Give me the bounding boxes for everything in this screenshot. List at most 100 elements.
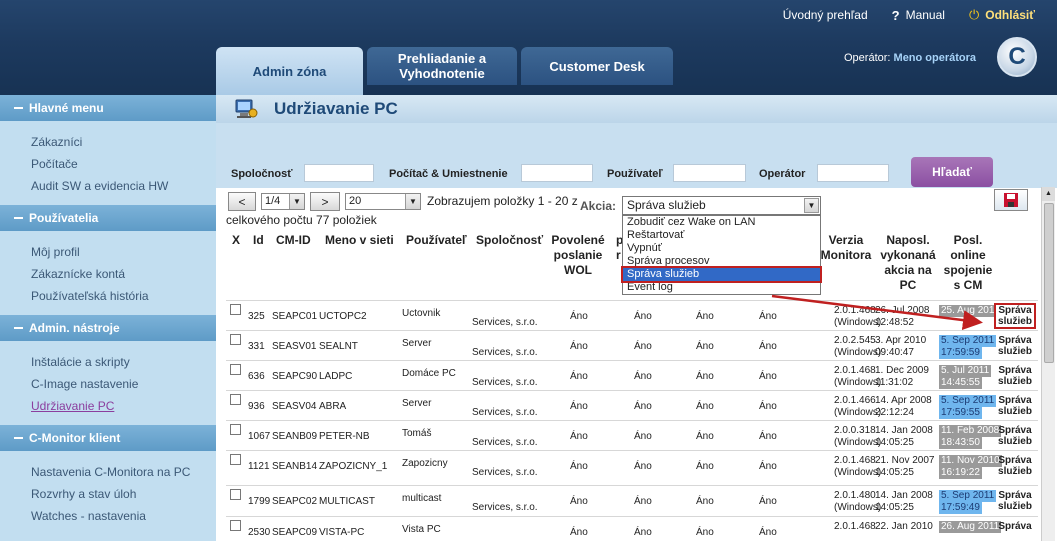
row-cmid: SEAPC90 [272, 371, 318, 382]
row-flag-4: Áno [759, 461, 777, 472]
sidebar-section-admin-tools[interactable]: Admin. nástroje [0, 315, 216, 341]
overview-link[interactable]: Úvodný prehľad [783, 8, 868, 22]
col-user[interactable]: Používateľ [406, 233, 467, 248]
list-area: < 1/4 ▼ > 20 ▼ Zobrazujem položky 1 - 20… [216, 95, 1057, 541]
tab-customer-desk[interactable]: Customer Desk [521, 47, 673, 85]
sidebar-item-installs[interactable]: Inštalácie a skripty [31, 351, 216, 373]
action-select[interactable]: Správa služieb ▼ [622, 196, 821, 215]
col-cmid[interactable]: CM-ID [276, 233, 311, 248]
table-row[interactable]: 1799 SEAPC02 MULTICAST multicast Services, s… [226, 485, 1038, 516]
table-row[interactable]: 1121 SEANB14 ZAPOZICNY_1 Zapozicny Services,… [226, 450, 1038, 485]
table-row[interactable]: 936 SEASV04 ABRA Server Services, s.r.o. Áno Á… [226, 390, 1038, 420]
page-size-value: 20 [349, 195, 362, 207]
row-checkbox[interactable] [230, 424, 241, 435]
row-service-action[interactable]: Správa služieb [996, 335, 1034, 357]
next-page-button[interactable]: > [310, 192, 340, 211]
sidebar-item-c-monitor-settings[interactable]: Nastavenia C-Monitora na PC [31, 461, 216, 483]
dash-icon [14, 107, 23, 109]
row-id: 325 [248, 311, 265, 322]
action-option-restart[interactable]: Reštartovať [623, 229, 820, 242]
row-version: 2.0.1.468 [834, 305, 876, 316]
col-last-online[interactable]: Posl. online spojenie s CM [942, 233, 994, 293]
sidebar-section-main[interactable]: Hlavné menu [0, 95, 216, 121]
row-last-action: 14. Jan 2008 [875, 425, 933, 436]
table-row[interactable]: 325 SEAPC01 UCTOPC2 Uctovnik Services, s.r.o… [226, 300, 1038, 330]
col-wol[interactable]: Povolené poslanie WOL [549, 233, 607, 278]
row-computer-name[interactable]: VISTA-PC [319, 527, 364, 539]
row-service-action[interactable]: Správa služieb [996, 490, 1034, 512]
action-option-services[interactable]: Správa služieb [621, 266, 822, 283]
scroll-up-icon[interactable]: ▲ [1042, 187, 1055, 201]
sidebar-item-schedules[interactable]: Rozvrhy a stav úloh [31, 483, 216, 505]
sidebar-item-customer-accounts[interactable]: Zákaznícke kontá [31, 263, 216, 285]
row-computer-name[interactable]: UCTOPC2 [319, 311, 367, 323]
col-id[interactable]: Id [253, 233, 264, 248]
table-row[interactable]: 1067 SEANB09 PETER-NB Tomáš Services, s.r.o.… [226, 420, 1038, 450]
row-wol: Áno [570, 401, 588, 412]
action-option-wol[interactable]: Zobudiť cez Wake on LAN [623, 216, 820, 229]
row-service-action[interactable]: Správa služieb [996, 455, 1034, 477]
sidebar-item-c-image[interactable]: C-Image nastavenie [31, 373, 216, 395]
col-last-action[interactable]: Naposl. vykonaná akcia na PC [876, 233, 940, 293]
row-checkbox[interactable] [230, 304, 241, 315]
logout-link[interactable]: ⏻ Odhlásiť [969, 7, 1035, 23]
row-checkbox[interactable] [230, 334, 241, 345]
row-service-action[interactable]: Správa služieb [996, 425, 1034, 447]
row-id: 1121 [248, 461, 270, 472]
action-option-shutdown[interactable]: Vypnúť [623, 242, 820, 255]
row-service-action[interactable]: Správa služieb [996, 395, 1034, 417]
sidebar-item-customers[interactable]: Zákazníci [31, 131, 216, 153]
sidebar-item-pc-maintenance[interactable]: Udržiavanie PC [31, 395, 216, 417]
table-row[interactable]: 331 SEASV01 SEALNT Server Services, s.r.o. Án… [226, 330, 1038, 360]
row-version: 2.0.1.468 [834, 521, 876, 532]
sidebar-section-c-monitor[interactable]: C-Monitor klient [0, 425, 216, 451]
col-name[interactable]: Meno v sieti [325, 233, 394, 248]
dash-icon [14, 437, 23, 439]
sidebar-item-my-profile[interactable]: Môj profil [31, 241, 216, 263]
floppy-disk-icon [1004, 193, 1018, 207]
export-button[interactable] [994, 189, 1028, 211]
row-computer-name[interactable]: LADPC [319, 371, 352, 383]
row-service-action[interactable]: Správa služieb [996, 365, 1034, 387]
table-row[interactable]: 2530 SEAPC09 VISTA-PC Vista PC Áno Áno Áno Áno 2… [226, 516, 1038, 541]
row-computer-name[interactable]: SEALNT [319, 341, 358, 353]
col-company[interactable]: Spoločnosť [476, 233, 543, 248]
sidebar-section-users[interactable]: Používatelia [0, 205, 216, 231]
operator-name[interactable]: Meno operátora [894, 52, 977, 64]
tab-browse-evaluate[interactable]: Prehliadanie a Vyhodnotenie [367, 47, 517, 85]
row-last-action-time: 22:12:24 [875, 407, 914, 418]
row-service-action[interactable]: Správa služieb [994, 303, 1036, 329]
row-computer-name[interactable]: PETER-NB [319, 431, 370, 443]
row-checkbox[interactable] [230, 364, 241, 375]
page-size-select[interactable]: 20 ▼ [345, 193, 421, 210]
tab-admin-zone[interactable]: Admin zóna [216, 47, 363, 95]
page-select[interactable]: 1/4 ▼ [261, 193, 305, 210]
sidebar-item-watches[interactable]: Watches - nastavenia [31, 505, 216, 527]
manual-link[interactable]: ? Manual [892, 8, 945, 23]
scrollbar-thumb[interactable] [1044, 203, 1054, 363]
row-checkbox[interactable] [230, 394, 241, 405]
prev-page-button[interactable]: < [228, 192, 256, 211]
row-service-action[interactable]: Správa [996, 521, 1034, 532]
row-computer-name[interactable]: MULTICAST [319, 496, 375, 508]
row-computer-name[interactable]: ZAPOZICNY_1 [319, 461, 387, 473]
action-option-processes[interactable]: Správa procesov [623, 255, 820, 268]
sidebar-item-audit[interactable]: Audit SW a evidencia HW [31, 175, 216, 197]
table-row[interactable]: 636 SEAPC90 LADPC Domáce PC Services, s.r.o.… [226, 360, 1038, 390]
sidebar-item-user-history[interactable]: Používateľská história [31, 285, 216, 307]
row-version: 2.0.2.545 [834, 335, 876, 346]
vertical-scrollbar[interactable]: ▲ [1041, 187, 1055, 541]
row-checkbox[interactable] [230, 454, 241, 465]
col-version[interactable]: Verzia Monitora [816, 233, 876, 263]
row-last-action: 14. Apr 2008 [875, 395, 932, 406]
row-checkbox[interactable] [230, 520, 241, 531]
sidebar-item-computers[interactable]: Počítače [31, 153, 216, 175]
row-checkbox[interactable] [230, 489, 241, 500]
action-option-event-log[interactable]: Event log [623, 281, 820, 294]
dash-icon [14, 327, 23, 329]
row-user: Server [402, 338, 432, 349]
row-computer-name[interactable]: ABRA [319, 401, 346, 413]
row-last-online-time: 16:19:22 [939, 467, 982, 479]
row-last-online: 11. Nov 2010 [939, 455, 1002, 467]
row-flag-4: Áno [759, 401, 777, 412]
